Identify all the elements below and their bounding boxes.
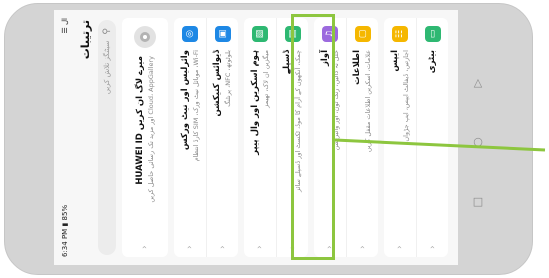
- pointer-line: [334, 138, 546, 152]
- pointer-annotation: [334, 138, 546, 152]
